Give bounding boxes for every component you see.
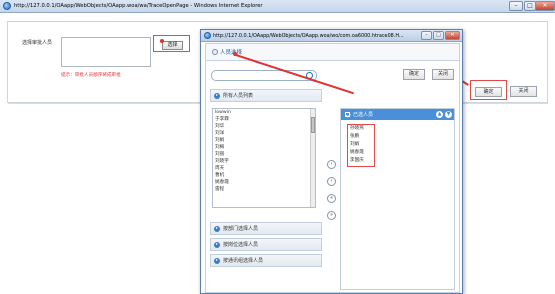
approver-textarea[interactable] [61, 37, 151, 67]
list-item[interactable]: 刘晓宇 [213, 158, 315, 165]
all-people-listbox[interactable]: lowwin 于李霖 刘华 刘洋 刘娟 刘梅 刘丽 刘晓宇 周天 曹机 姚春霞 … [212, 108, 316, 208]
section-by-contacts-label: 按通讯组选择人员 [223, 258, 264, 264]
selected-header-label: 已选人员 [353, 112, 374, 118]
dialog-minimize-button[interactable]: – [421, 31, 432, 40]
move-down-button[interactable]: ▼ [445, 111, 452, 118]
selected-listbox[interactable]: 孙晓燕 张鹏 刘娟 姚春霞 李国庆 [350, 125, 364, 165]
selected-item[interactable]: 李国庆 [350, 157, 364, 165]
remove-selected-button[interactable]: ‹ [327, 177, 336, 186]
section-by-department[interactable]: 按部门选择人员 [210, 222, 322, 235]
list-item[interactable]: 雷程 [213, 186, 315, 193]
form-ok-button[interactable]: 确定 [475, 87, 502, 97]
selected-header: 已选人员 ▲ ▼ [341, 109, 454, 120]
section-by-position-label: 按岗位选择人员 [223, 242, 259, 248]
list-item[interactable]: 刘梅 [213, 144, 315, 151]
source-panel: 所有人员列表 lowwin 于李霖 刘华 刘洋 刘娟 刘梅 刘丽 刘晓宇 周天 … [210, 89, 322, 292]
add-selected-button[interactable]: › [327, 160, 336, 169]
move-up-button[interactable]: ▲ [436, 111, 443, 118]
selected-item[interactable]: 张鹏 [350, 133, 364, 141]
expand-icon [214, 225, 220, 232]
section-all-people-label: 所有人员列表 [223, 93, 254, 99]
selected-item[interactable]: 姚春霞 [350, 149, 364, 157]
people-picker-dialog: http://127.0.0.1/OAapp/WebObjects/OAapp.… [200, 29, 463, 294]
section-by-department-label: 按部门选择人员 [223, 226, 259, 232]
section-by-contacts[interactable]: 按通讯组选择人员 [210, 254, 322, 267]
form-close-button[interactable]: 关闭 [510, 86, 537, 97]
list-item[interactable]: 姚春霞 [213, 179, 315, 186]
list-item[interactable]: lowwin [213, 109, 315, 116]
approver-label: 选择审批人员 [22, 40, 53, 46]
dialog-close-button[interactable]: ✕ [445, 31, 460, 40]
main-window-titlebar: http://127.0.0.1/OAapp/WebObjects/OAapp.… [0, 0, 555, 13]
list-item[interactable]: 周天 [213, 165, 315, 172]
list-item[interactable]: 刘娟 [213, 137, 315, 144]
remove-all-button[interactable]: « [327, 194, 336, 203]
list-item[interactable]: 于李霖 [213, 116, 315, 123]
ie-icon [204, 32, 211, 39]
section-by-position[interactable]: 按岗位选择人员 [210, 238, 322, 251]
annotation-dot-select [160, 39, 164, 43]
section-all-people[interactable]: 所有人员列表 [210, 89, 322, 102]
dialog-cancel-button[interactable]: 关闭 [432, 69, 454, 80]
dialog-body: 人员选择 确定 关闭 所有人员列表 lowwin 于李霖 刘华 刘洋 刘娟 刘梅… [205, 43, 460, 293]
selected-item[interactable]: 孙晓燕 [350, 125, 364, 133]
dialog-title: http://127.0.0.1/OAapp/WebObjects/OAapp.… [213, 32, 404, 39]
expand-icon [214, 92, 220, 99]
annotation-dot-tab [233, 52, 237, 56]
expand-icon [214, 257, 220, 264]
list-scrollbar[interactable] [310, 109, 315, 207]
list-item[interactable]: 刘华 [213, 123, 315, 130]
close-window-button[interactable]: ✕ [535, 1, 555, 11]
select-approver-button[interactable]: 选择 [162, 41, 183, 50]
check-icon [345, 112, 350, 117]
minimize-button[interactable]: – [509, 1, 523, 11]
expand-icon [214, 241, 220, 248]
scrollbar-thumb[interactable] [311, 117, 315, 133]
list-item[interactable]: 曹机 [213, 172, 315, 179]
tab-icon [212, 49, 218, 55]
ie-icon [3, 2, 11, 10]
selected-item[interactable]: 刘娟 [350, 141, 364, 149]
list-item[interactable]: 刘洋 [213, 130, 315, 137]
approver-hint: 提示：审批人员顺序将成审批 [61, 73, 121, 78]
main-window-title: http://127.0.0.1/OAapp/WebObjects/OAapp.… [14, 3, 263, 9]
selected-panel: 已选人员 ▲ ▼ 孙晓燕 张鹏 刘娟 姚春霞 李国庆 [340, 108, 455, 290]
dialog-maximize-button[interactable]: □ [433, 31, 444, 40]
add-all-button[interactable]: » [327, 211, 336, 220]
dialog-ok-button[interactable]: 确定 [403, 69, 425, 80]
list-item[interactable]: 刘丽 [213, 151, 315, 158]
